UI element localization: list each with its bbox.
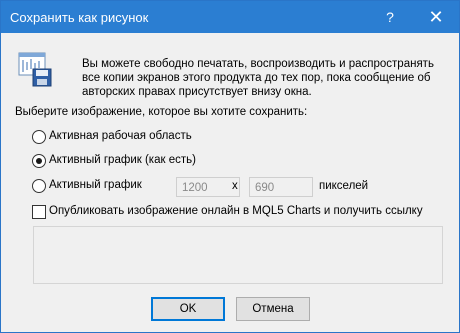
publish-checkbox[interactable] (32, 205, 46, 219)
radio-active-workspace[interactable] (32, 130, 46, 144)
save-chart-icon (18, 52, 52, 87)
close-button[interactable]: ✕ (413, 1, 459, 33)
copyright-notice: Вы можете свободно печатать, воспроизвод… (82, 58, 434, 98)
height-input[interactable]: 690 (249, 177, 313, 197)
radio-active-chart-custom[interactable] (32, 179, 46, 193)
radio-active-chart-as-is[interactable] (32, 154, 46, 168)
times-sign: x (232, 180, 238, 192)
radio-selected-dot (36, 158, 42, 164)
publish-label: Опубликовать изображение онлайн в MQL5 C… (49, 205, 423, 217)
save-as-picture-dialog: Сохранить как рисунок ? ✕ Вы можете своб… (0, 0, 460, 333)
ok-button[interactable]: OK (151, 297, 225, 321)
option-label: Активная рабочая область (49, 130, 192, 142)
option-label: Активный график (как есть) (49, 154, 196, 166)
cancel-button[interactable]: Отмена (236, 297, 310, 321)
pixels-unit-label: пикселей (319, 180, 369, 192)
title-bar[interactable]: Сохранить как рисунок ? ✕ (1, 1, 459, 33)
select-image-label: Выберите изображение, которое вы хотите … (15, 106, 308, 118)
help-button[interactable]: ? (367, 1, 413, 33)
dialog-title: Сохранить как рисунок (10, 10, 149, 25)
chart-link-field[interactable] (33, 226, 443, 284)
option-label: Активный график (49, 179, 142, 191)
width-input[interactable]: 1200 (176, 177, 240, 197)
dialog-body: Вы можете свободно печатать, воспроизвод… (1, 33, 459, 332)
